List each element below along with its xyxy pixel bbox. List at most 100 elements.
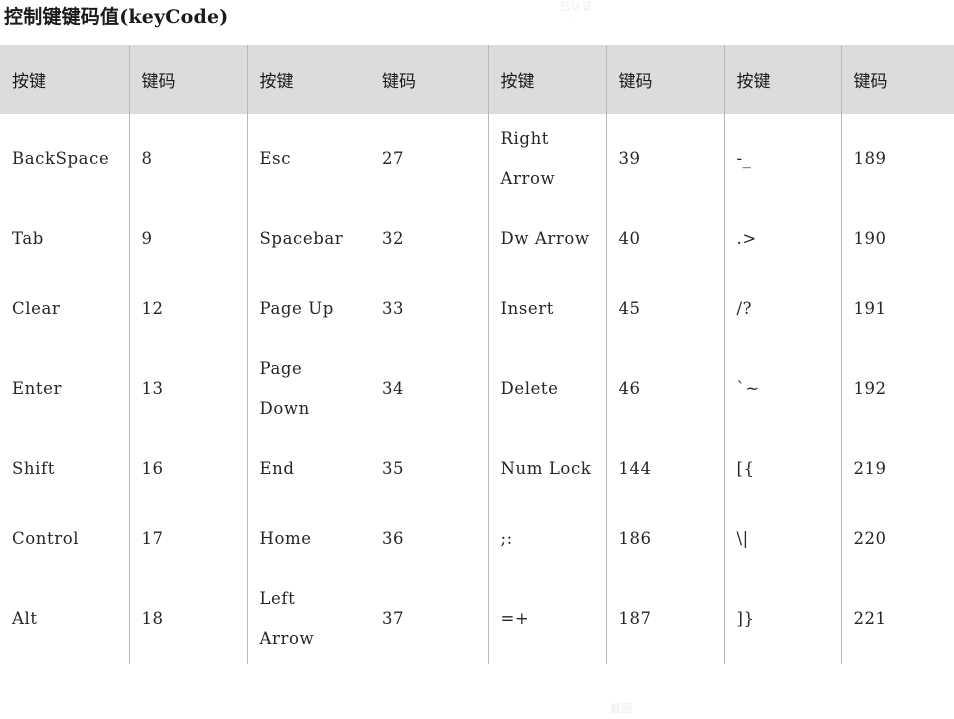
keycode-value-cell: 46 — [605, 344, 724, 434]
keycode-value-cell: 191 — [840, 274, 954, 344]
cell-line: ;: — [500, 529, 513, 548]
keycode-value-cell: 34 — [370, 344, 488, 434]
cell-content: Esc — [260, 139, 371, 179]
table-row: BackSpace 8 Esc 27 Right Arrow 39 -_ 189 — [0, 114, 954, 204]
cell-content: 191 — [854, 289, 954, 329]
key-name-cell: .> — [723, 204, 841, 274]
key-name-cell: =+ — [487, 574, 606, 664]
cell-line: \| — [736, 529, 749, 548]
table-row: Tab 9 Spacebar 32 Dw Arrow 40 .> 190 — [0, 204, 954, 274]
cell-content: ;: — [501, 519, 606, 559]
cell-line: /? — [736, 299, 753, 318]
cell-content: End — [260, 449, 371, 489]
keycode-value-cell: 35 — [370, 434, 488, 504]
cell-content: Spacebar — [260, 219, 371, 259]
key-name-cell: Insert — [487, 274, 606, 344]
key-name-cell: Clear — [0, 274, 129, 344]
table-header-row: 按键 键码 按键 键码 按键 键码 按键 键码 — [0, 45, 954, 114]
table-row: Enter 13 Page Down 34 Delete 46 `~ 192 — [0, 344, 954, 434]
cell-content: 45 — [619, 289, 724, 329]
cell-line: 27 — [382, 149, 404, 168]
cell-line: 37 — [382, 609, 404, 628]
cell-content: 144 — [619, 449, 724, 489]
cell-line: Spacebar — [259, 229, 344, 248]
cell-content: 16 — [142, 449, 247, 489]
cell-content: 13 — [142, 369, 247, 409]
cell-content: 9 — [142, 219, 247, 259]
key-name-cell: ;: — [487, 504, 606, 574]
cell-content: Control — [12, 519, 129, 559]
keycode-value-cell: 37 — [370, 574, 488, 664]
cell-content: 189 — [854, 139, 954, 179]
cell-content: 39 — [619, 139, 724, 179]
cell-line: -_ — [736, 149, 752, 168]
table-row: Alt 18 Left Arrow 37 =+ 187]} 221 — [0, 574, 954, 664]
key-name-cell: Shift — [0, 434, 129, 504]
cell-content: 192 — [854, 369, 954, 409]
cell-line: Alt — [12, 609, 38, 628]
cell-line: 187 — [618, 609, 652, 628]
cell-line: Clear — [12, 299, 61, 318]
column-header-code-1: 键码 — [128, 45, 247, 114]
cell-content: 32 — [382, 219, 488, 259]
keycode-value-cell: 187 — [605, 574, 724, 664]
cell-content: Num Lock — [501, 449, 606, 489]
key-name-cell: Control — [0, 504, 129, 574]
key-name-cell: Home — [246, 504, 371, 574]
cell-line: ]} — [736, 609, 755, 628]
keycode-table: 按键 键码 按键 键码 按键 键码 按键 键码 BackSpace 8 Esc 27 R… — [0, 45, 954, 664]
cell-line: 17 — [141, 529, 164, 548]
cell-content: -_ — [737, 139, 841, 179]
cell-line: BackSpace — [12, 149, 110, 168]
cell-line: Arrow — [500, 169, 556, 188]
keycode-value-cell: 219 — [840, 434, 954, 504]
cell-content: 33 — [382, 289, 488, 329]
cell-content: 219 — [854, 449, 954, 489]
cell-content: 34 — [382, 369, 488, 409]
keycode-value-cell: 190 — [840, 204, 954, 274]
key-name-cell: ]} — [723, 574, 841, 664]
cell-line: Insert — [500, 299, 554, 318]
key-name-cell: Alt — [0, 574, 129, 664]
cell-line: 9 — [141, 229, 153, 248]
cell-line: 46 — [618, 379, 641, 398]
cell-content: Home — [260, 519, 371, 559]
cell-line: Control — [12, 529, 80, 548]
key-name-cell: Enter — [0, 344, 129, 434]
cell-content: Clear — [12, 289, 129, 329]
cell-line: Page Up — [259, 299, 334, 318]
cell-line: Right — [500, 129, 550, 148]
cell-content: Enter — [12, 369, 129, 409]
cell-content: `~ — [737, 369, 841, 409]
cell-content: 220 — [854, 519, 954, 559]
cell-content: Shift — [12, 449, 129, 489]
cell-line: 32 — [382, 229, 404, 248]
cell-content: BackSpace — [12, 139, 129, 179]
cell-content: [{ — [737, 449, 841, 489]
cell-line: 18 — [141, 609, 164, 628]
cell-line: 191 — [853, 299, 887, 318]
key-name-cell: Page Up — [246, 274, 370, 344]
cell-line: Page — [259, 359, 303, 378]
cell-line: Tab — [12, 229, 44, 248]
cell-line: Left — [259, 589, 296, 608]
column-header-code-2: 键码 — [370, 45, 488, 114]
cell-line: 189 — [853, 149, 887, 168]
keycode-value-cell: 221 — [840, 574, 954, 664]
cell-content: 37 — [382, 599, 488, 639]
key-name-cell: \| — [723, 504, 841, 574]
cell-content: .> — [737, 219, 841, 259]
page-title: 控制键键码值(keyCode) — [4, 6, 229, 28]
cell-content: ]} — [737, 599, 841, 639]
cell-line: =+ — [500, 609, 530, 628]
cell-content: 186 — [619, 519, 724, 559]
keycode-value-cell: 40 — [605, 204, 724, 274]
key-name-cell: Page Down — [246, 344, 371, 434]
cell-line: 34 — [382, 379, 404, 398]
keycode-value-cell: 45 — [605, 274, 724, 344]
cell-line: 221 — [853, 609, 887, 628]
table-row: Control 17 Home 36;: 186 \| 220 — [0, 504, 954, 574]
cell-content: Page Down — [260, 349, 371, 429]
column-header-key-2: 按键 — [246, 45, 370, 114]
cell-content: Delete — [501, 369, 606, 409]
